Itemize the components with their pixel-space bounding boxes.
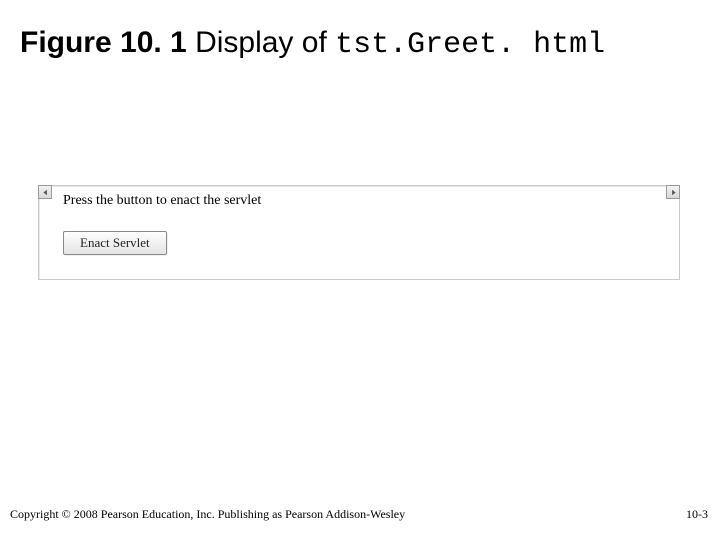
instruction-text: Press the button to enact the servlet bbox=[63, 193, 261, 209]
figure-label: Figure 10. 1 bbox=[20, 26, 187, 59]
triangle-left-icon bbox=[42, 183, 49, 201]
enact-servlet-button[interactable]: Enact Servlet bbox=[63, 231, 167, 255]
figure-filename: tst.Greet. html bbox=[335, 28, 605, 62]
browser-pane: Press the button to enact the servlet En… bbox=[38, 185, 680, 280]
figure-text-middle: Display of bbox=[187, 26, 335, 59]
scroll-left-button[interactable] bbox=[38, 185, 52, 199]
copyright-text: Copyright © 2008 Pearson Education, Inc.… bbox=[10, 507, 405, 522]
triangle-right-icon bbox=[670, 183, 677, 201]
figure-heading: Figure 10. 1 Display of tst.Greet. html bbox=[20, 26, 605, 62]
scroll-right-button[interactable] bbox=[666, 185, 680, 199]
page-number: 10-3 bbox=[686, 507, 708, 522]
